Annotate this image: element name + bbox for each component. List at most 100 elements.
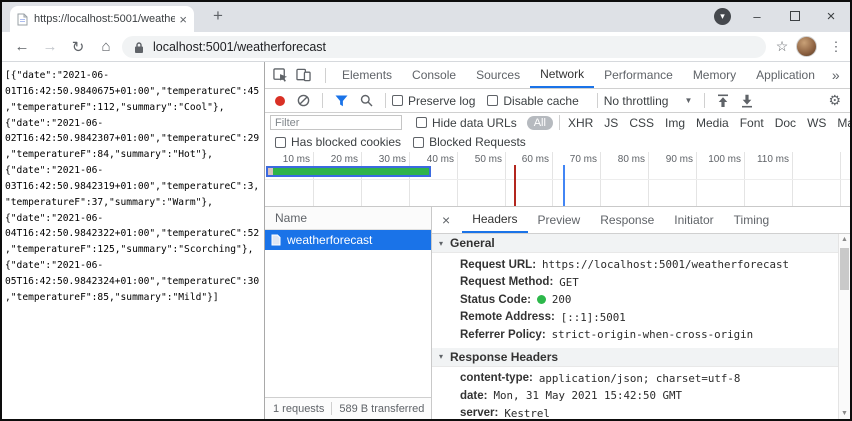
throttling-select[interactable]: No throttling▼ <box>604 94 693 108</box>
filter-type-doc[interactable]: Doc <box>775 116 796 130</box>
filter-type-manifest[interactable]: Manifest <box>837 116 852 130</box>
preserve-log-checkbox[interactable]: Preserve log <box>392 94 475 108</box>
browser-menu-icon[interactable]: ⋮ <box>824 32 848 61</box>
response-headers-section-header[interactable]: ▾ Response Headers <box>432 348 838 367</box>
divider <box>385 93 386 108</box>
tab-close-icon[interactable]: × <box>179 12 187 27</box>
scrollbar-thumb[interactable] <box>840 248 849 290</box>
divider <box>325 68 326 83</box>
document-icon <box>271 234 281 246</box>
network-main-area: Name weatherforecast 1 requests 589 B tr… <box>265 207 850 419</box>
divider <box>322 93 323 108</box>
devtools-tabbar: Elements Console Sources Network Perform… <box>265 62 850 89</box>
tab-headers[interactable]: Headers <box>462 207 527 233</box>
scroll-up-icon[interactable]: ▲ <box>839 236 850 243</box>
reload-button[interactable]: ↻ <box>64 32 92 61</box>
clear-button[interactable] <box>297 94 310 107</box>
header-row: Referrer Policy: strict-origin-when-cros… <box>432 326 838 344</box>
inspect-element-icon[interactable] <box>273 68 288 83</box>
has-blocked-cookies-checkbox[interactable]: Has blocked cookies <box>275 135 401 149</box>
filter-row: Hide data URLs All XHR JS CSS Img Media … <box>265 113 850 132</box>
tab-performance[interactable]: Performance <box>594 62 683 88</box>
blocked-requests-checkbox[interactable]: Blocked Requests <box>413 135 526 149</box>
search-icon[interactable] <box>360 94 373 107</box>
dom-content-loaded-marker <box>514 165 516 207</box>
tab-memory[interactable]: Memory <box>683 62 746 88</box>
timeline-tick: 50 ms <box>458 154 502 165</box>
tab-timing[interactable]: Timing <box>724 207 780 233</box>
page-content: [{"date":"2021-06- 01T16:42:50.9840675+0… <box>2 62 264 419</box>
filter-type-xhr[interactable]: XHR <box>568 116 593 130</box>
tab-title: https://localhost:5001/weatherfo <box>34 13 175 25</box>
tab-elements[interactable]: Elements <box>332 62 402 88</box>
general-section-header[interactable]: ▾ General <box>432 234 838 253</box>
timeline-row-divider <box>265 179 850 180</box>
url-text: localhost:5001/weatherforecast <box>153 40 326 54</box>
import-har-icon[interactable] <box>717 94 729 108</box>
tab-initiator[interactable]: Initiator <box>664 207 723 233</box>
tab-network[interactable]: Network <box>530 62 594 88</box>
filter-type-font[interactable]: Font <box>740 116 764 130</box>
header-row: content-type: application/json; charset=… <box>432 370 838 388</box>
tab-sources[interactable]: Sources <box>466 62 530 88</box>
scroll-down-icon[interactable]: ▼ <box>839 410 850 417</box>
header-row: Remote Address: [::1]:5001 <box>432 309 838 327</box>
device-toolbar-icon[interactable] <box>296 68 311 82</box>
browser-tab[interactable]: https://localhost:5001/weatherfo × <box>10 6 194 32</box>
tab-application[interactable]: Application <box>746 62 825 88</box>
request-row-weatherforecast[interactable]: weatherforecast <box>265 230 431 250</box>
timeline-tick: 60 ms <box>505 154 549 165</box>
tab-preview[interactable]: Preview <box>528 207 591 233</box>
network-summary-bar: 1 requests 589 B transferred 49 <box>265 397 431 419</box>
bookmark-star-icon[interactable]: ☆ <box>770 32 794 61</box>
tab-console[interactable]: Console <box>402 62 466 88</box>
divider <box>597 93 598 108</box>
json-response-text: [{"date":"2021-06- 01T16:42:50.9840675+0… <box>2 62 264 306</box>
window-close-button[interactable]: × <box>814 2 848 30</box>
navigation-bar: ← → ↻ ⌂ localhost:5001/weatherforecast ☆… <box>2 32 850 62</box>
timeline-tick: 70 ms <box>553 154 597 165</box>
filter-input[interactable] <box>270 115 402 130</box>
column-header-name[interactable]: Name <box>265 207 431 230</box>
new-tab-button[interactable]: + <box>206 4 230 28</box>
filter-type-media[interactable]: Media <box>696 116 729 130</box>
timeline-tick: 30 ms <box>362 154 406 165</box>
detail-tabbar: × Headers Preview Response Initiator Tim… <box>432 207 850 234</box>
timeline-tick: 90 ms <box>649 154 693 165</box>
timeline-tick: 100 ms <box>697 154 741 165</box>
detail-close-icon[interactable]: × <box>442 212 450 228</box>
checkbox-icon <box>487 95 498 106</box>
filter-type-ws[interactable]: WS <box>807 116 826 130</box>
export-har-icon[interactable] <box>741 94 753 108</box>
address-bar[interactable]: localhost:5001/weatherforecast <box>122 36 766 58</box>
status-ok-icon <box>537 295 546 304</box>
hide-data-urls-checkbox[interactable]: Hide data URLs <box>416 116 517 130</box>
record-button[interactable] <box>275 96 285 106</box>
scrollbar[interactable]: ▲ ▼ <box>838 234 850 419</box>
request-detail-panel: × Headers Preview Response Initiator Tim… <box>432 207 850 419</box>
network-toolbar: Preserve log Disable cache No throttling… <box>265 89 850 113</box>
section-open-icon: ▾ <box>439 352 443 361</box>
forward-button[interactable]: → <box>36 32 64 61</box>
more-tabs-icon[interactable]: » <box>832 67 840 83</box>
minimize-button[interactable]: – <box>740 2 774 30</box>
filter-type-all[interactable]: All <box>527 116 553 130</box>
filter-type-js[interactable]: JS <box>604 116 618 130</box>
header-row: Status Code: 200 <box>432 291 838 309</box>
timeline-tick: 80 ms <box>601 154 645 165</box>
back-button[interactable]: ← <box>8 32 36 61</box>
maximize-button[interactable] <box>778 2 812 30</box>
browser-update-icon[interactable]: ▾ <box>714 8 731 25</box>
blocked-filter-row: Has blocked cookies Blocked Requests <box>265 132 850 152</box>
filter-toggle-icon[interactable] <box>335 95 348 107</box>
filter-type-img[interactable]: Img <box>665 116 685 130</box>
filter-type-css[interactable]: CSS <box>629 116 654 130</box>
tab-response[interactable]: Response <box>590 207 664 233</box>
disable-cache-checkbox[interactable]: Disable cache <box>487 94 578 108</box>
maximize-icon <box>790 11 800 21</box>
network-overview-timeline[interactable]: 10 ms 20 ms 30 ms 40 ms 50 ms 60 ms 70 m… <box>265 152 850 207</box>
request-waterfall-bar[interactable] <box>266 166 431 177</box>
home-button[interactable]: ⌂ <box>92 32 120 61</box>
profile-avatar[interactable] <box>796 36 817 57</box>
network-settings-icon[interactable]: ⚙ <box>828 92 841 109</box>
